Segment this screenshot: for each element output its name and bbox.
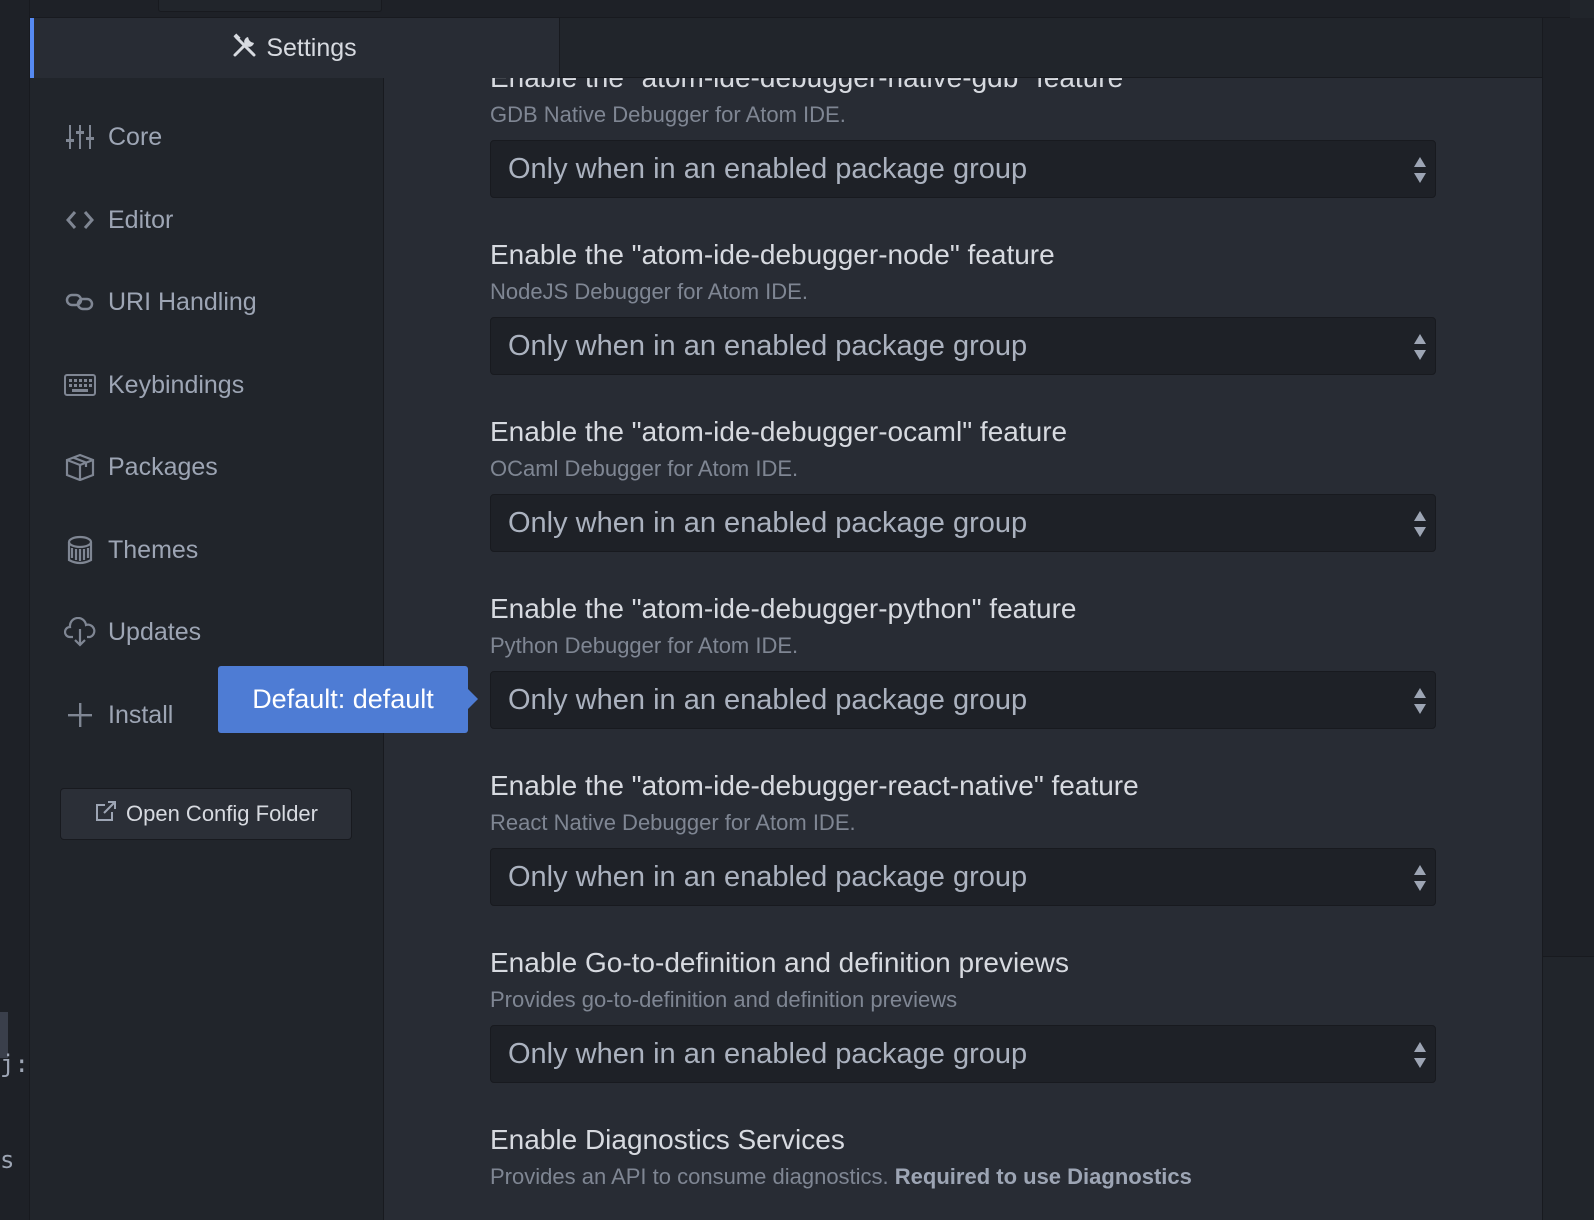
setting-native-gdb: Enable the "atom-ide-debugger-native-gdb… (490, 78, 1436, 128)
open-config-folder-button[interactable]: Open Config Folder (60, 788, 352, 840)
setting-description: React Native Debugger for Atom IDE. (490, 810, 856, 835)
select-arrows-icon (1413, 509, 1427, 539)
right-panel-lower (1543, 956, 1594, 1220)
tab-settings[interactable]: Settings (30, 18, 560, 78)
setting-go-to-definition: Enable Go-to-definition and definition p… (490, 947, 1436, 1013)
setting-title: Enable the "atom-ide-debugger-node" feat… (490, 239, 1055, 270)
setting-title: Enable the "atom-ide-debugger-python" fe… (490, 593, 1077, 624)
tree-view-glyph: j: (0, 1050, 29, 1078)
sidebar-item-label: Install (108, 700, 174, 729)
setting-description: Provides go-to-definition and definition… (490, 987, 958, 1012)
settings-panel[interactable]: Enable the "atom-ide-debugger-native-gdb… (384, 78, 1542, 1220)
setting-debugger-python: Enable the "atom-ide-debugger-python" fe… (490, 593, 1436, 659)
setting-select-debugger-node[interactable]: Only when in an enabled package group (490, 317, 1436, 375)
keyboard-icon (64, 369, 96, 401)
select-value: Only when in an enabled package group (508, 152, 1028, 185)
setting-title: Enable Go-to-definition and definition p… (490, 947, 1070, 978)
sidebar-item-editor[interactable]: Editor (64, 195, 364, 245)
sidebar-item-label: Packages (108, 452, 218, 481)
setting-diagnostics-services: Enable Diagnostics Services Provides an … (490, 1124, 1436, 1190)
select-arrows-icon (1413, 686, 1427, 716)
select-value: Only when in an enabled package group (508, 860, 1028, 893)
settings-sidebar: Core Editor URI Handling Keybindings Pac… (30, 78, 384, 1220)
right-panel-edge (1542, 18, 1594, 1220)
tree-view-edge: j: s (0, 0, 30, 1220)
tab-bar-top-edge (30, 0, 1570, 18)
setting-description-text: Provides an API to consume diagnostics. (490, 1164, 889, 1189)
select-arrows-icon (1413, 1040, 1427, 1070)
setting-debugger-node: Enable the "atom-ide-debugger-node" feat… (490, 239, 1436, 305)
tab-bar: Settings (30, 0, 1570, 78)
setting-debugger-ocaml: Enable the "atom-ide-debugger-ocaml" fea… (490, 416, 1436, 482)
setting-description: Python Debugger for Atom IDE. (490, 633, 799, 658)
tab-title: Settings (266, 33, 357, 62)
sidebar-item-keybindings[interactable]: Keybindings (64, 360, 364, 410)
setting-description: GDB Native Debugger for Atom IDE. (490, 102, 846, 127)
setting-description: Provides an API to consume diagnostics. … (490, 1164, 1436, 1190)
setting-description: OCaml Debugger for Atom IDE. (490, 456, 799, 481)
sidebar-item-uri-handling[interactable]: URI Handling (64, 277, 364, 327)
code-icon (64, 204, 96, 236)
sliders-icon (64, 121, 96, 153)
sidebar-item-updates[interactable]: Updates (64, 607, 364, 657)
plus-icon (64, 699, 96, 731)
setting-select-debugger-ocaml[interactable]: Only when in an enabled package group (490, 494, 1436, 552)
sidebar-item-label: Core (108, 122, 163, 151)
external-link-icon (94, 799, 118, 829)
link-icon (64, 286, 96, 318)
tree-view-glyph: s (0, 1146, 15, 1174)
setting-debugger-react-native: Enable the "atom-ide-debugger-react-nati… (490, 770, 1436, 836)
sidebar-item-label: Updates (108, 617, 202, 646)
sidebar-item-label: Keybindings (108, 370, 245, 399)
sidebar-item-label: Themes (108, 535, 199, 564)
select-arrows-icon (1413, 155, 1427, 185)
setting-title: Enable Diagnostics Services (490, 1124, 845, 1155)
setting-description: NodeJS Debugger for Atom IDE. (490, 279, 808, 304)
setting-select-go-to-definition[interactable]: Only when in an enabled package group (490, 1025, 1436, 1083)
sidebar-item-label: Editor (108, 205, 174, 234)
sidebar-item-packages[interactable]: Packages (64, 442, 364, 492)
select-value: Only when in an enabled package group (508, 1037, 1028, 1070)
select-arrows-icon (1413, 863, 1427, 893)
setting-select-native-gdb[interactable]: Only when in an enabled package group (490, 140, 1436, 198)
sidebar-item-themes[interactable]: Themes (64, 525, 364, 575)
cloud-download-icon (64, 616, 96, 648)
tooltip-text: Default: default (252, 684, 434, 714)
select-value: Only when in an enabled package group (508, 506, 1028, 539)
select-value: Only when in an enabled package group (508, 683, 1028, 716)
package-icon (64, 451, 96, 483)
active-tab-indicator (30, 18, 34, 78)
select-arrows-icon (1413, 332, 1427, 362)
setting-title: Enable the "atom-ide-debugger-native-gdb… (490, 78, 1436, 94)
paintcan-icon (64, 534, 96, 566)
setting-select-debugger-react-native[interactable]: Only when in an enabled package group (490, 848, 1436, 906)
sidebar-item-core[interactable]: Core (64, 112, 364, 162)
inner-tab (158, 0, 382, 12)
setting-select-debugger-python[interactable]: Only when in an enabled package group (490, 671, 1436, 729)
setting-title: Enable the "atom-ide-debugger-ocaml" fea… (490, 416, 1068, 447)
setting-description-bold: Required to use Diagnostics (894, 1164, 1192, 1189)
default-value-tooltip: Default: default (218, 666, 478, 733)
open-config-folder-label: Open Config Folder (126, 801, 318, 826)
select-value: Only when in an enabled package group (508, 329, 1028, 362)
tools-icon (232, 32, 258, 64)
sidebar-item-label: URI Handling (108, 287, 257, 316)
setting-title: Enable the "atom-ide-debugger-react-nati… (490, 770, 1139, 801)
